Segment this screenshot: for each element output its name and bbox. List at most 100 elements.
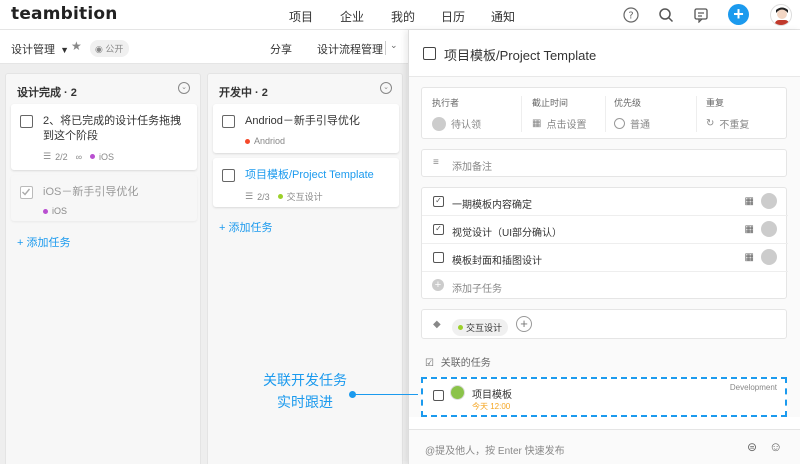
search-icon[interactable] [656,5,676,25]
avatar-icon [432,116,446,131]
linked-task-project: Development [729,383,777,392]
nav-item-notifications[interactable]: 通知 [491,8,515,25]
subtask-icon: ☰ [245,191,254,201]
tag-label: Andriod [254,136,286,146]
assignee-avatar[interactable] [761,193,777,209]
task-meta: ☰ 2/3 交互设计 [245,190,323,203]
tab-share[interactable]: 分享 [270,41,292,57]
task-meta: Andriod [245,136,285,146]
task-title: iOS－新手引导优化 [43,186,139,198]
tag-dot [43,208,48,214]
subtask-row[interactable]: 模板封面和插图设计 ▦ [422,244,788,272]
plus-icon: + [17,237,24,249]
nav-item-mine[interactable]: 我的 [391,8,415,25]
subtask-checkbox-checked[interactable]: ✓ [433,196,444,207]
task-card[interactable]: Andriod－新手引导优化 Andriod [213,104,399,153]
stage-title: 设计完成 · 2 [17,87,77,99]
priority-field[interactable]: 优先级 普通 [614,96,650,131]
nav-item-projects[interactable]: 项目 [289,8,313,25]
help-icon[interactable]: ? [621,5,641,25]
comment-input[interactable]: @提及他人，按 Enter 快速发布 [425,442,565,457]
tag-dot [90,154,96,159]
nav-item-calendar[interactable]: 日历 [441,8,465,25]
tag-label: iOS [52,206,68,216]
subtask-text: 一期模板内容确定 [452,200,532,211]
due-date-field[interactable]: 截止时间 ▦ 点击设置 [532,96,586,131]
note-placeholder: 添加备注 [452,162,492,173]
linked-task-card[interactable]: 项目模板 今天 12:00 Development [421,377,787,417]
subtask-count: 2/2 [55,151,68,162]
subtask-count: 2/3 [257,191,270,202]
add-task-label: 添加任务 [228,222,273,234]
linked-task-checkbox[interactable] [433,390,444,401]
add-task-button[interactable]: + 添加任务 [17,234,71,250]
task-title: Andriod－新手引导优化 [245,115,360,127]
subtask-checkbox[interactable] [433,252,444,263]
callout-annotation: 关联开发任务 实时跟进 [250,369,360,413]
detail-body: 执行者 待认领 截止时间 ▦ 点击设置 优先级 普通 重复 ↻ 不重复 ≡ 添加… [409,77,800,417]
repeat-field[interactable]: 重复 ↻ 不重复 [706,96,749,131]
task-meta: iOS [43,206,67,216]
assignee-avatar[interactable] [761,249,777,265]
assignee-field[interactable]: 执行者 待认领 [432,96,481,131]
link-icon: ∞ [75,151,83,162]
project-switcher[interactable]: 设计管理 ▼ [11,41,69,57]
task-meta: ☰ 2/2 ∞ iOS [43,151,114,162]
detail-title[interactable]: 项目模板/Project Template [444,45,596,64]
note-field[interactable]: ≡ 添加备注 [421,149,787,177]
chevron-down-icon: ▼ [60,45,69,55]
add-subtask-button[interactable]: + 添加子任务 [422,272,788,300]
checkbox-icon: ☑ [425,358,434,369]
linked-task-due: 今天 12:00 [472,402,511,411]
star-icon[interactable]: ★ [71,39,82,53]
task-checkbox[interactable] [222,115,235,128]
tag-dot [245,138,250,144]
chat-icon[interactable] [691,5,711,25]
task-checkbox[interactable] [20,115,33,128]
subtask-list: ✓ 一期模板内容确定 ▦ ✓ 视觉设计（UI部分确认） ▦ 模板封面和插图设计 … [421,187,788,300]
user-avatar[interactable] [770,4,792,26]
chevron-down-icon[interactable]: ⌄ [390,40,398,51]
linked-tasks-label: 关联的任务 [440,358,491,369]
calendar-icon[interactable]: ▦ [745,196,754,207]
assignee-avatar[interactable] [761,221,777,237]
due-value: 点击设置 [546,120,587,131]
add-task-button[interactable]: + 添加任务 [219,219,273,235]
assignee-label: 执行者 [432,98,460,108]
task-checkbox[interactable] [423,47,436,60]
app-logo[interactable]: teambition [11,4,118,24]
comment-bar: @提及他人，按 Enter 快速发布 ⊜ ☺ [409,429,800,464]
svg-text:?: ? [628,11,633,22]
task-title: 2、将已完成的设计任务拖拽到这个阶段 [43,115,182,142]
callout-line-2: 实时跟进 [277,394,333,410]
subtask-checkbox-checked[interactable]: ✓ [433,224,444,235]
calendar-icon[interactable]: ▦ [745,252,754,263]
task-card[interactable]: 项目模板/Project Template ☰ 2/3 交互设计 [213,158,399,207]
subtask-row[interactable]: ✓ 视觉设计（UI部分确认） ▦ [422,216,788,244]
task-checkbox-checked[interactable] [20,186,33,199]
priority-value: 普通 [630,120,650,131]
visibility-badge[interactable]: ◉ 公开 [90,40,130,57]
emoji-icon[interactable]: ☺ [769,439,782,454]
subtask-icon: ☰ [43,151,52,161]
tag-pill[interactable]: 交互设计 [452,319,509,336]
nav-item-enterprise[interactable]: 企业 [340,8,364,25]
repeat-label: 重复 [706,98,725,108]
task-checkbox[interactable] [222,169,235,182]
note-icon: ≡ [433,157,439,168]
chevron-down-icon[interactable]: ⌄ [178,82,190,94]
attachment-icon[interactable]: ⊜ [747,440,757,454]
add-tag-icon[interactable]: + [516,316,532,332]
calendar-icon[interactable]: ▦ [745,224,754,235]
tag-icon: ◆ [433,319,441,330]
chevron-down-icon[interactable]: ⌄ [380,82,392,94]
priority-label: 优先级 [614,98,642,108]
task-card[interactable]: 2、将已完成的设计任务拖拽到这个阶段 ☰ 2/2 ∞ iOS [11,104,197,170]
subtask-row[interactable]: ✓ 一期模板内容确定 ▦ [422,188,788,216]
tag-label: iOS [99,151,115,162]
task-card[interactable]: iOS－新手引导优化 iOS [11,175,197,221]
tag-dot [277,194,283,199]
create-button[interactable]: + [728,4,749,25]
divider [605,96,606,132]
divider [696,96,697,132]
